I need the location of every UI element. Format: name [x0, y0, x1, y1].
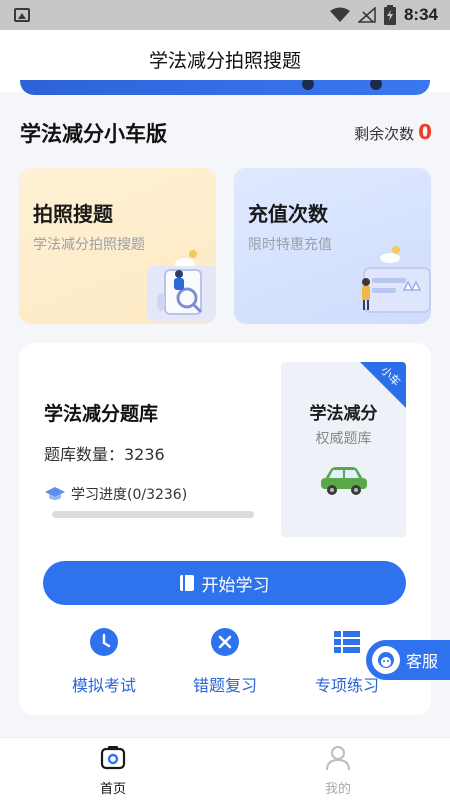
clock-time: 8:34 [403, 5, 438, 24]
quick-action-label: 错题复习 [192, 676, 257, 695]
photo-search-illustration [147, 250, 216, 322]
list-icon [334, 631, 360, 653]
card-subtitle: 限时特惠充值 [248, 237, 332, 253]
book-icon [179, 575, 194, 591]
image-notification-icon [14, 8, 30, 22]
status-bar: 8:34 [0, 0, 450, 30]
mock-exam-button[interactable]: 模拟考试 [49, 628, 159, 696]
remaining-count: 剩余次数 0 [354, 120, 432, 144]
remaining-label: 剩余次数 [354, 125, 415, 143]
remaining-number: 0 [418, 120, 432, 144]
start-study-button[interactable]: 开始学习 [43, 561, 406, 605]
close-circle-icon [211, 628, 239, 656]
photo-search-card[interactable]: 拍照搜题 学法减分拍照搜题 [19, 168, 216, 324]
card-title: 充值次数 [248, 202, 328, 226]
bottom-tab-bar: 首页 我的 [0, 737, 450, 800]
wifi-icon [329, 7, 350, 22]
bank-title: 学法减分题库 [44, 403, 159, 425]
car-icon [321, 467, 367, 495]
recharge-illustration [362, 246, 431, 313]
clock-icon [90, 628, 118, 656]
customer-service-button[interactable]: 客服 [366, 640, 450, 680]
tab-label: 我的 [324, 782, 351, 797]
bank-count: 题库数量：3236 [44, 445, 165, 464]
small-car-badge: 小车 学法减分 权威题库 [281, 362, 406, 537]
badge-subtitle: 权威题库 [315, 431, 372, 447]
banner-decoration [302, 80, 314, 90]
battery-icon [383, 5, 396, 25]
progress-label: 学习进度(0/3236) [71, 487, 188, 503]
graduation-cap-icon [45, 487, 65, 500]
user-icon [326, 746, 350, 771]
progress-bar [52, 511, 254, 518]
status-icons: 8:34 [329, 4, 438, 26]
tab-mine[interactable]: 我的 [298, 744, 378, 797]
banner-carousel[interactable] [20, 80, 430, 95]
tab-label: 首页 [99, 782, 126, 797]
service-label: 客服 [406, 652, 439, 671]
start-study-label: 开始学习 [201, 575, 270, 596]
tab-home[interactable]: 首页 [73, 744, 153, 797]
badge-title: 学法减分 [309, 404, 378, 424]
wrong-review-button[interactable]: 错题复习 [170, 628, 280, 696]
section-header: 学法减分小车版 剩余次数 0 [20, 118, 432, 148]
progress-row: 学习进度(0/3236) [45, 484, 187, 504]
recharge-card[interactable]: 充值次数 限时特惠充值 [234, 168, 431, 324]
quick-action-label: 模拟考试 [71, 676, 136, 695]
banner-decoration [370, 80, 382, 90]
service-avatar-icon [372, 646, 400, 674]
home-camera-icon [100, 746, 126, 770]
card-title: 拍照搜题 [33, 202, 113, 226]
no-signal-icon [357, 7, 376, 23]
